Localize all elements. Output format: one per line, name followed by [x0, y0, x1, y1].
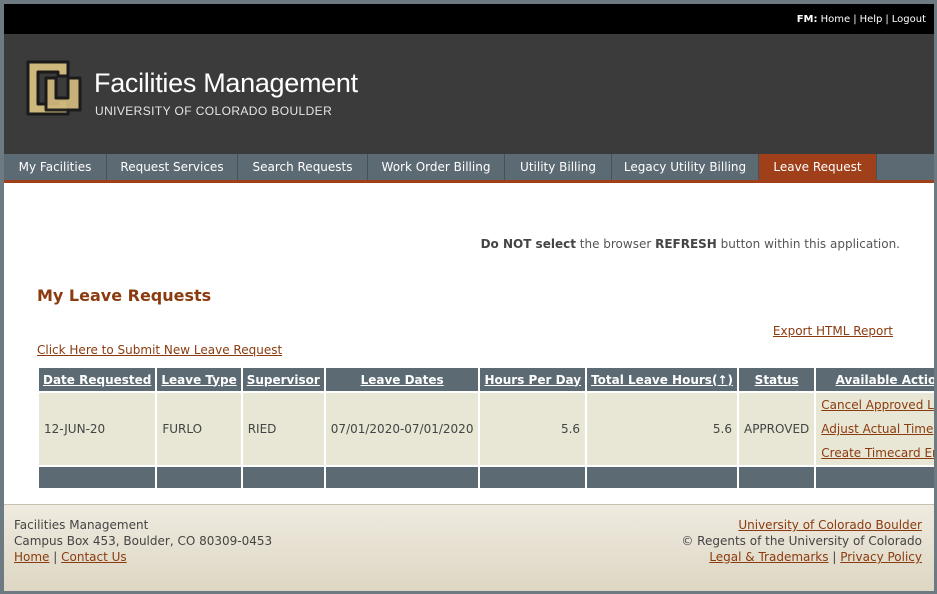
site-header: Facilities Management UNIVERSITY OF COLO… — [4, 34, 934, 154]
warning-bold-1: Do NOT select — [480, 237, 576, 251]
top-logout-link[interactable]: Logout — [892, 14, 926, 25]
site-footer: Facilities Management Campus Box 453, Bo… — [4, 504, 934, 591]
col-status[interactable]: Status — [738, 368, 815, 391]
tab-utility-billing[interactable]: Utility Billing — [505, 154, 612, 180]
col-supervisor[interactable]: Supervisor — [242, 368, 324, 391]
cell-supervisor: RIED — [242, 393, 324, 465]
footer-cell — [587, 467, 737, 488]
separator: | — [853, 14, 857, 25]
col-total-leave-hours[interactable]: Total Leave Hours(↑) — [587, 368, 737, 391]
footer-copyright: © Regents of the University of Colorado — [681, 534, 922, 548]
tab-request-services[interactable]: Request Services — [107, 154, 238, 180]
brand-subtitle: UNIVERSITY OF COLORADO BOULDER — [95, 104, 333, 118]
footer-cell — [738, 467, 815, 488]
submit-new-leave-request-link[interactable]: Click Here to Submit New Leave Request — [37, 343, 282, 357]
footer-contact-link[interactable]: Contact Us — [61, 550, 127, 564]
nav-underline — [4, 180, 934, 183]
footer-cell — [157, 467, 241, 488]
create-timecard-entries-link[interactable]: Create Timecard Entries — [821, 441, 934, 465]
footer-org: Facilities Management — [14, 518, 149, 532]
tab-leave-request[interactable]: Leave Request — [759, 154, 877, 180]
adjust-actual-time-link[interactable]: Adjust Actual Time — [821, 417, 934, 441]
cell-date-requested: 12-JUN-20 — [39, 393, 156, 465]
tab-search-requests[interactable]: Search Requests — [238, 154, 368, 180]
privacy-policy-link[interactable]: Privacy Policy — [840, 550, 922, 564]
col-leave-dates[interactable]: Leave Dates — [325, 368, 479, 391]
leave-requests-table: Date Requested Leave Type Supervisor Lea… — [37, 366, 934, 490]
export-html-report-link[interactable]: Export HTML Report — [773, 324, 893, 338]
footer-address: Campus Box 453, Boulder, CO 80309-0453 — [14, 534, 273, 548]
col-hours-per-day[interactable]: Hours Per Day — [480, 368, 586, 391]
cell-leave-dates: 07/01/2020-07/01/2020 — [325, 393, 479, 465]
col-leave-type[interactable]: Leave Type — [157, 368, 241, 391]
cancel-approved-leave-link[interactable]: Cancel Approved Leave — [821, 393, 934, 417]
cell-leave-type: FURLO — [157, 393, 241, 465]
tab-legacy-utility-billing[interactable]: Legacy Utility Billing — [612, 154, 759, 180]
footer-cell — [242, 467, 324, 488]
main-nav: My Facilities Request Services Search Re… — [4, 154, 934, 180]
footer-home-link[interactable]: Home — [14, 550, 49, 564]
fm-label: FM: — [796, 14, 818, 25]
table-footer-row — [39, 467, 934, 488]
footer-cell — [816, 467, 934, 488]
cu-logo-icon[interactable] — [22, 56, 86, 120]
cell-status: APPROVED — [738, 393, 815, 465]
top-home-link[interactable]: Home — [821, 14, 851, 25]
footer-right: University of Colorado Boulder © Regents… — [681, 517, 922, 565]
page-title: My Leave Requests — [37, 286, 212, 305]
footer-cell — [480, 467, 586, 488]
col-date-requested[interactable]: Date Requested — [39, 368, 156, 391]
tab-work-order-billing[interactable]: Work Order Billing — [368, 154, 505, 180]
separator: | — [885, 14, 889, 25]
warning-bold-2: REFRESH — [655, 237, 717, 251]
warning-text-1: the browser — [575, 237, 656, 251]
footer-left-links: Home | Contact Us — [14, 549, 272, 565]
cell-total-leave-hours: 5.6 — [587, 393, 737, 465]
warning-text-2: button within this application. — [716, 237, 900, 251]
utility-links: FM: Home | Help | Logout — [797, 14, 926, 25]
university-link[interactable]: University of Colorado Boulder — [738, 518, 922, 532]
footer-cell — [39, 467, 156, 488]
legal-trademarks-link[interactable]: Legal & Trademarks — [709, 550, 828, 564]
app-window: FM: Home | Help | Logout Facilities Manageme… — [4, 4, 934, 591]
cell-hours-per-day: 5.6 — [480, 393, 586, 465]
footer-right-links: Legal & Trademarks | Privacy Policy — [681, 549, 922, 565]
separator: | — [53, 550, 58, 564]
footer-cell — [325, 467, 479, 488]
refresh-warning: Do NOT select the browser REFRESH button… — [481, 237, 900, 251]
separator: | — [832, 550, 837, 564]
table-row: 12-JUN-20 FURLO RIED 07/01/2020-07/01/20… — [39, 393, 934, 465]
footer-left: Facilities Management Campus Box 453, Bo… — [14, 517, 272, 565]
tab-my-facilities[interactable]: My Facilities — [4, 154, 107, 180]
top-help-link[interactable]: Help — [860, 14, 883, 25]
brand-title[interactable]: Facilities Management — [94, 68, 358, 99]
top-utility-bar: FM: Home | Help | Logout — [4, 4, 934, 34]
col-available-actions[interactable]: Available Actions — [816, 368, 934, 391]
cell-actions: Cancel Approved Leave Adjust Actual Time… — [816, 393, 934, 465]
table-header-row: Date Requested Leave Type Supervisor Lea… — [39, 368, 934, 391]
